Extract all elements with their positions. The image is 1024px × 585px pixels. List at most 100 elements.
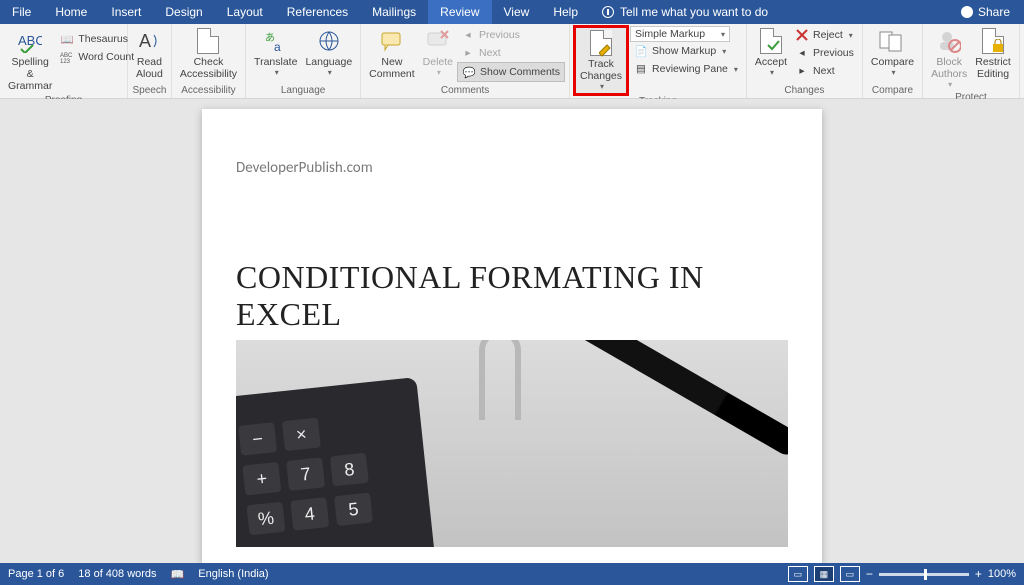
translate-button[interactable]: あa Translate▾ xyxy=(250,26,301,79)
zoom-in-button[interactable]: + xyxy=(975,567,982,581)
restrict-editing-button[interactable]: Restrict Editing xyxy=(971,26,1015,82)
comment-icon xyxy=(379,28,405,54)
bulb-icon xyxy=(602,6,614,18)
view-read-mode-button[interactable]: ▭ xyxy=(788,566,808,582)
tab-design[interactable]: Design xyxy=(153,0,214,24)
chevron-down-icon: ▾ xyxy=(600,82,604,91)
chevron-down-icon: ▾ xyxy=(891,68,895,77)
group-label-changes: Changes xyxy=(751,84,858,98)
zoom-out-button[interactable]: − xyxy=(866,567,873,581)
read-aloud-icon: A xyxy=(136,28,162,54)
group-label-speech: Speech xyxy=(132,84,167,98)
compare-icon xyxy=(879,28,905,54)
group-label-language: Language xyxy=(250,84,356,98)
translate-icon: あa xyxy=(263,28,289,54)
reject-button[interactable]: Reject▾ xyxy=(791,26,858,44)
chevron-down-icon: ▾ xyxy=(275,68,279,77)
markup-mode-dropdown[interactable]: Simple Markup▾ xyxy=(630,26,730,42)
pen-graphic xyxy=(532,337,788,459)
wordcount-button[interactable]: ABC123Word Count xyxy=(56,48,138,66)
view-web-layout-button[interactable]: ▭ xyxy=(840,566,860,582)
reviewing-pane-icon: ▤ xyxy=(634,62,648,76)
block-authors-icon xyxy=(936,28,962,54)
tell-me-label: Tell me what you want to do xyxy=(620,5,768,19)
group-comments: New Comment Delete▾ ◂Previous ▸Next 💬Sho… xyxy=(361,24,570,98)
document-header-text: DeveloperPublish.com xyxy=(236,159,788,177)
track-changes-icon xyxy=(588,30,614,56)
status-language[interactable]: English (India) xyxy=(198,568,268,580)
group-label-compare: Compare xyxy=(867,84,918,98)
block-authors-button[interactable]: Block Authors▾ xyxy=(927,26,971,91)
wordcount-icon: ABC123 xyxy=(60,50,74,64)
reject-icon xyxy=(795,28,809,42)
show-comments-button[interactable]: 💬Show Comments xyxy=(457,62,565,82)
tab-file[interactable]: File xyxy=(0,0,43,24)
group-label-accessibility: Accessibility xyxy=(176,84,241,98)
previous-icon: ◂ xyxy=(795,46,809,60)
next-comment-button[interactable]: ▸Next xyxy=(457,44,565,62)
tab-help[interactable]: Help xyxy=(541,0,590,24)
group-ink: Hide Ink▾ Ink xyxy=(1020,24,1024,98)
share-icon xyxy=(961,6,973,18)
status-wordcount[interactable]: 18 of 408 words xyxy=(78,568,156,580)
next-icon: ▸ xyxy=(795,64,809,78)
tab-layout[interactable]: Layout xyxy=(215,0,275,24)
tab-mailings[interactable]: Mailings xyxy=(360,0,428,24)
chevron-down-icon: ▾ xyxy=(437,68,441,77)
document-area[interactable]: DeveloperPublish.com CONDITIONAL FORMATI… xyxy=(0,99,1024,563)
chevron-down-icon: ▾ xyxy=(948,80,952,89)
compare-button[interactable]: Compare▾ xyxy=(867,26,918,79)
tab-home[interactable]: Home xyxy=(43,0,99,24)
group-compare: Compare▾ Compare xyxy=(863,24,923,98)
tab-review[interactable]: Review xyxy=(428,0,491,24)
group-label-comments: Comments xyxy=(365,84,565,98)
next-change-button[interactable]: ▸Next xyxy=(791,62,858,80)
paperclip-graphic xyxy=(479,337,521,420)
next-icon: ▸ xyxy=(461,46,475,60)
chevron-down-icon: ▾ xyxy=(770,68,774,77)
status-spellcheck-icon[interactable]: 📖 xyxy=(171,568,185,581)
accept-button[interactable]: Accept▾ xyxy=(751,26,791,79)
svg-text:a: a xyxy=(274,40,281,53)
previous-icon: ◂ xyxy=(461,28,475,42)
reviewing-pane-button[interactable]: ▤Reviewing Pane▾ xyxy=(630,60,742,78)
view-print-layout-button[interactable]: ▦ xyxy=(814,566,834,582)
accessibility-icon xyxy=(195,28,221,54)
zoom-level[interactable]: 100% xyxy=(988,568,1016,580)
chevron-down-icon: ▾ xyxy=(721,30,725,39)
share-label: Share xyxy=(978,5,1010,19)
spellcheck-icon: ABC xyxy=(17,28,43,54)
previous-comment-button[interactable]: ◂Previous xyxy=(457,26,565,44)
group-tracking: Track Changes▾ Simple Markup▾ 📄Show Mark… xyxy=(570,24,747,98)
tell-me-search[interactable]: Tell me what you want to do xyxy=(590,0,947,24)
delete-comment-icon xyxy=(425,28,451,54)
thesaurus-button[interactable]: 📖Thesaurus xyxy=(56,30,138,48)
chevron-down-icon: ▾ xyxy=(328,68,332,77)
show-comments-icon: 💬 xyxy=(462,65,476,79)
check-accessibility-button[interactable]: Check Accessibility xyxy=(176,26,241,82)
show-markup-icon: 📄 xyxy=(634,44,648,58)
previous-change-button[interactable]: ◂Previous xyxy=(791,44,858,62)
group-proofing: ABC Spelling & Grammar 📖Thesaurus ABC123… xyxy=(0,24,128,98)
status-page[interactable]: Page 1 of 6 xyxy=(8,568,64,580)
group-protect: Block Authors▾ Restrict Editing Protect xyxy=(923,24,1020,98)
thesaurus-icon: 📖 xyxy=(60,32,74,46)
tab-insert[interactable]: Insert xyxy=(99,0,153,24)
menu-tabs-bar: File Home Insert Design Layout Reference… xyxy=(0,0,1024,24)
share-button[interactable]: Share xyxy=(947,0,1024,24)
tab-references[interactable]: References xyxy=(275,0,360,24)
delete-comment-button[interactable]: Delete▾ xyxy=(419,26,457,79)
spelling-grammar-button[interactable]: ABC Spelling & Grammar xyxy=(4,26,56,94)
document-title: CONDITIONAL FORMATING IN EXCEL xyxy=(236,259,788,333)
ribbon: ABC Spelling & Grammar 📖Thesaurus ABC123… xyxy=(0,24,1024,99)
tab-view[interactable]: View xyxy=(492,0,542,24)
read-aloud-button[interactable]: A Read Aloud xyxy=(132,26,167,82)
accept-icon xyxy=(758,28,784,54)
zoom-slider[interactable] xyxy=(879,573,969,576)
document-page: DeveloperPublish.com CONDITIONAL FORMATI… xyxy=(202,109,822,563)
restrict-editing-icon xyxy=(980,28,1006,54)
new-comment-button[interactable]: New Comment xyxy=(365,26,419,82)
show-markup-button[interactable]: 📄Show Markup▾ xyxy=(630,42,742,60)
language-button[interactable]: Language▾ xyxy=(301,26,356,79)
track-changes-button[interactable]: Track Changes▾ xyxy=(574,26,628,95)
